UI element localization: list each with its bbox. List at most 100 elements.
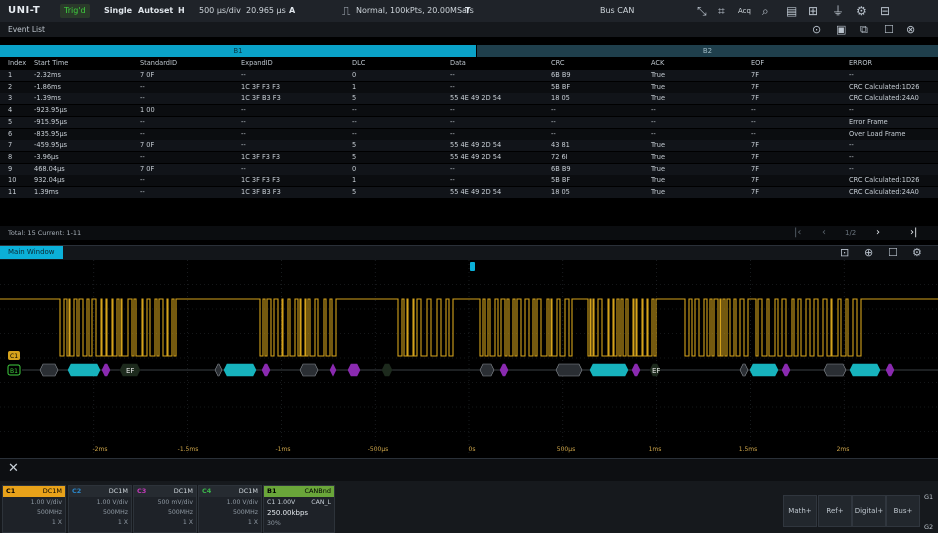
bus-frame-segment[interactable] [479, 363, 495, 377]
channel-c3-box[interactable]: C3 DC1M 500 mV/div 500MHz 1 X [133, 485, 197, 533]
bus-frame-segment[interactable] [781, 363, 791, 377]
table-row[interactable]: 3 -1.39ms -- 1C 3F B3 F3 5 55 4E 49 2D 54 18 0… [0, 93, 938, 105]
column-header[interactable]: EOF [751, 58, 764, 69]
bus-frame-segment[interactable] [589, 363, 629, 377]
channel-c2-box[interactable]: C2 DC1M 1.00 V/div 500MHz 1 X [68, 485, 132, 533]
bus-frame-segment[interactable] [555, 363, 583, 377]
acquire-a-button[interactable]: A [289, 0, 295, 22]
restore-icon[interactable]: ☐ [888, 246, 898, 259]
bus-frame-segment[interactable] [101, 363, 111, 377]
first-page-icon[interactable]: |‹ [794, 226, 801, 240]
settings-icon[interactable]: ⚙ [856, 0, 867, 22]
bus-frame-segment[interactable] [329, 363, 337, 377]
timebase-value[interactable]: 500 µs/div [199, 0, 241, 22]
bus-frame-segment[interactable] [261, 363, 271, 377]
table-cell: -- [241, 106, 246, 115]
add-ref-button[interactable]: Ref+ [818, 495, 852, 527]
last-page-icon[interactable]: ›| [910, 226, 917, 240]
bus-frame-segment[interactable] [39, 363, 59, 377]
bus-frame-segment[interactable] [739, 363, 749, 377]
segment-b1[interactable]: B1 [0, 45, 476, 57]
table-cell: 18 05 [551, 188, 570, 196]
prev-page-icon[interactable]: ‹ [822, 226, 826, 240]
table-cell: 7F [751, 94, 759, 103]
channel-c4-box[interactable]: C4 DC1M 1.00 V/div 500MHz 1 X [198, 485, 262, 533]
main-window-tab[interactable]: Main Window [0, 246, 63, 259]
acquisition-info[interactable]: Normal, 100kPts, 20.00MSa/s [356, 0, 474, 22]
zoom-box-icon[interactable]: ⊡ [840, 246, 849, 259]
window-icon[interactable]: ☐ [884, 23, 894, 36]
close-icon[interactable]: ⊗ [906, 23, 915, 36]
next-page-icon[interactable]: › [876, 226, 880, 240]
measure-icon[interactable]: ⌗ [718, 0, 725, 22]
column-header[interactable]: StandardID [140, 58, 177, 69]
trigger-status[interactable]: Trig'd [60, 4, 90, 18]
bus-b1-box[interactable]: B1 CANBnd C1 1.00V CAN_L 250.00kbps 30% [263, 485, 335, 533]
tools-icon[interactable]: ✕ [8, 461, 19, 476]
g-label[interactable]: G1 [924, 493, 933, 501]
segment-b2[interactable]: B2 [477, 45, 938, 57]
column-header[interactable]: Data [450, 58, 466, 69]
table-row[interactable]: 4 -923.95µs 1 00 -- -- -- -- -- -- -- [0, 105, 938, 117]
table-row[interactable]: 1 -2.32ms 7 0F -- 0 -- 6B B9 True 7F -- [0, 70, 938, 81]
bus-frame-segment[interactable] [885, 363, 895, 377]
table-row[interactable]: 7 -459.95µs 7 0F -- 5 55 4E 49 2D 54 43 81 True… [0, 140, 938, 152]
table-row[interactable]: 2 -1.86ms -- 1C 3F F3 F3 1 -- 5B BF True 7F CRC C… [0, 81, 938, 93]
table-row[interactable]: 8 -3.96µs -- 1C 3F F3 F3 5 55 4E 49 2D 54 72 6… [0, 151, 938, 163]
cursor-icon[interactable]: ⤡ [697, 0, 707, 22]
table-row[interactable]: 5 -915.95µs -- -- -- -- -- -- -- Error Frame [0, 116, 938, 128]
gear-icon[interactable]: ⚙ [912, 246, 922, 259]
utility-icon[interactable]: ⏚ [832, 0, 844, 22]
bus-header: B1 CANBnd [264, 486, 334, 497]
waveform-display[interactable]: C1 B1 EF EF -2ms -1.5ms -1ms -500µs 0s 500µs 1ms 1.… [0, 260, 938, 456]
save-icon[interactable]: ▤ [786, 0, 797, 22]
table-row[interactable]: 10 932.04µs -- 1C 3F F3 F3 1 -- 5B BF True 7F CRC… [0, 175, 938, 187]
channel-c1-box[interactable]: C1 DC1M 1.00 V/div 500MHz 1 X [2, 485, 66, 533]
column-header[interactable]: CRC [551, 58, 564, 69]
table-cell: -923.95µs [34, 106, 68, 115]
column-header[interactable]: ExpandID [241, 58, 273, 69]
trigger-position-marker[interactable] [470, 262, 475, 271]
add-math-button[interactable]: Math+ [783, 495, 817, 527]
bus-frame-segment[interactable] [749, 363, 779, 377]
copy-icon[interactable]: ⧉ [860, 23, 868, 36]
bus-frame-segment[interactable] [299, 363, 319, 377]
location-icon[interactable]: ⊙ [812, 23, 821, 36]
column-header[interactable]: ACK [651, 58, 664, 69]
table-cell: -- [651, 129, 656, 138]
trigger-t-button[interactable]: T [465, 0, 470, 22]
column-header[interactable]: ERROR [849, 58, 872, 69]
autoset-button[interactable]: Autoset [138, 0, 173, 22]
acq-button[interactable]: Acq [738, 0, 751, 22]
g-label[interactable]: G2 [924, 523, 933, 531]
bus-frame-segment[interactable] [67, 363, 101, 377]
add-bus-button[interactable]: Bus+ [886, 495, 920, 527]
export-icon[interactable]: ▣ [836, 23, 846, 36]
bus-frame-segment[interactable] [223, 363, 257, 377]
bus-frame-segment[interactable] [347, 363, 361, 377]
table-row[interactable]: 11 1.39ms -- 1C 3F B3 F3 5 55 4E 49 2D 54 18 0… [0, 187, 938, 198]
table-cell: 0 [352, 71, 357, 79]
table-row[interactable]: 9 468.04µs 7 0F -- 0 -- 6B B9 True 7F -- [0, 163, 938, 175]
table-cell: 5 [352, 152, 357, 161]
bus-frame-segment[interactable] [631, 363, 641, 377]
display-icon[interactable]: ⊞ [808, 0, 818, 22]
bus-frame-segment[interactable] [499, 363, 509, 377]
zoom-icon[interactable]: ⊕ [864, 246, 873, 259]
single-button[interactable]: Single [104, 0, 132, 22]
column-header[interactable]: DLC [352, 58, 365, 69]
bus-frame-segment[interactable] [823, 363, 847, 377]
search-icon[interactable]: ⌕ [762, 0, 769, 22]
column-header[interactable]: Start Time [34, 58, 68, 69]
bus-trigger-info[interactable]: Bus CAN [600, 0, 634, 22]
table-row[interactable]: 6 -835.95µs -- -- -- -- -- -- -- Over Load Frame [0, 128, 938, 140]
horizontal-position[interactable]: 20.965 µs [246, 0, 286, 22]
column-header[interactable]: Index [8, 58, 26, 69]
menu-icon[interactable]: ⊟ [880, 0, 890, 22]
bus-label-ef: EF [126, 367, 134, 375]
bus-frame-segment[interactable] [849, 363, 881, 377]
bus-frame-segment[interactable] [214, 363, 223, 377]
horizontal-button[interactable]: H [178, 0, 185, 22]
add-digital-button[interactable]: Digital+ [852, 495, 886, 527]
bus-frame-segment[interactable] [381, 363, 393, 377]
